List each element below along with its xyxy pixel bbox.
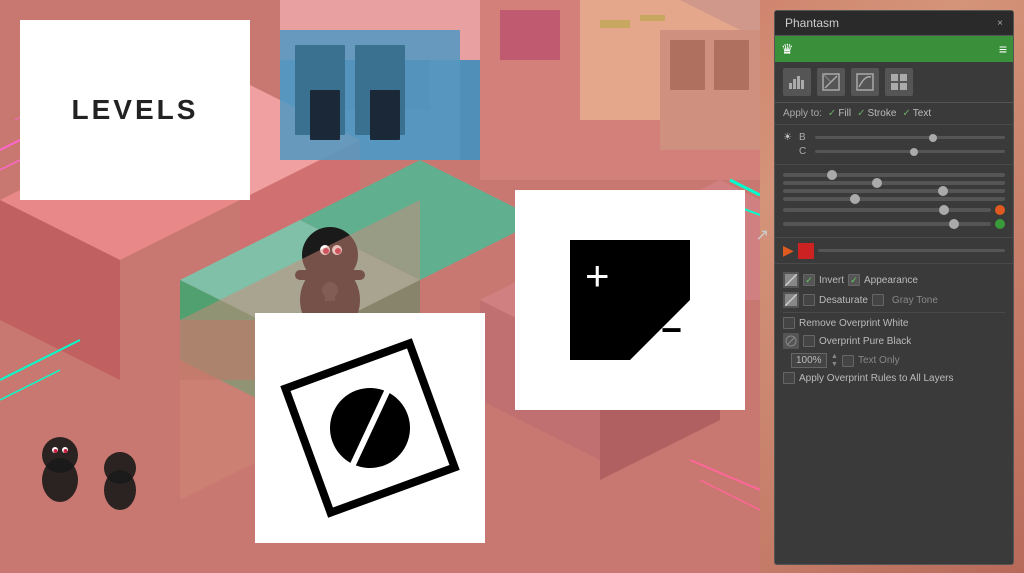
desaturate-label: Desaturate [819, 295, 868, 306]
remove-overprint-row: Remove Overprint White [783, 317, 1005, 329]
big-slider-5-thumb[interactable] [939, 205, 949, 215]
big-slider-row-5 [783, 205, 1005, 215]
plusminus-icon: + − [570, 240, 690, 360]
appearance-label: Appearance [864, 275, 918, 286]
plus-symbol: + [585, 255, 610, 297]
green-dot [995, 219, 1005, 229]
slider-b-thumb[interactable] [929, 134, 937, 142]
big-slider-5-track[interactable] [783, 208, 991, 212]
big-slider-6-track[interactable] [783, 222, 991, 226]
gray-tone-label: Gray Tone [892, 295, 938, 306]
options-section: Invert Appearance Desaturate Gray Tone R… [775, 264, 1013, 392]
arrow-icon[interactable]: ▶ [783, 242, 794, 259]
circle-inner [319, 377, 422, 480]
phantasm-panel: Phantasm × ♛ ≡ [774, 10, 1014, 565]
invert-checkbox[interactable] [803, 274, 815, 286]
big-slider-4-thumb[interactable] [850, 194, 860, 204]
curves-icon[interactable] [851, 68, 879, 96]
sun-icon: ☀ [783, 132, 795, 143]
overprint-black-row: Overprint Pure Black [783, 333, 1005, 349]
slider-c-label: C [799, 146, 811, 157]
big-slider-3-thumb[interactable] [938, 186, 948, 196]
circle-icon [280, 338, 459, 517]
slider-c-thumb[interactable] [910, 148, 918, 156]
big-slider-row-6 [783, 219, 1005, 229]
apply-rules-row: Apply Overprint Rules to All Layers [783, 372, 1005, 384]
sliders-section: ☀ B C [775, 125, 1013, 165]
invert-row: Invert Appearance [783, 272, 1005, 288]
apply-rules-checkbox[interactable] [783, 372, 795, 384]
percent-row: ▲ ▼ Text Only [783, 353, 1005, 368]
levels-icon[interactable] [817, 68, 845, 96]
invert-label: Invert [819, 275, 844, 286]
big-slider-2-track[interactable] [783, 181, 1005, 185]
orange-dot [995, 205, 1005, 215]
color-swatch[interactable] [798, 243, 814, 259]
percent-down[interactable]: ▼ [831, 361, 838, 368]
menu-icon[interactable]: ≡ [999, 41, 1007, 57]
slider-b-track[interactable] [815, 136, 1005, 139]
apply-fill-check[interactable]: ✓ Fill [828, 108, 851, 119]
color-slider[interactable] [818, 249, 1005, 252]
slider-row-c: C [783, 146, 1005, 157]
big-slider-3-track[interactable] [783, 189, 1005, 193]
big-slider-2-thumb[interactable] [872, 178, 882, 188]
big-slider-6-thumb[interactable] [949, 219, 959, 229]
big-slider-1-track[interactable] [783, 173, 1005, 177]
desaturate-row: Desaturate Gray Tone [783, 292, 1005, 308]
big-slider-row-1 [783, 173, 1005, 177]
levels-panel: LEVELS [20, 20, 250, 200]
remove-overprint-label: Remove Overprint White [799, 318, 908, 329]
color-row: ▶ [775, 238, 1013, 264]
minus-symbol: − [661, 312, 682, 348]
remove-overprint-checkbox[interactable] [783, 317, 795, 329]
divider-1 [783, 312, 1005, 313]
circle-panel [255, 313, 485, 543]
invert-icon [783, 272, 799, 288]
slider-b-label: B [799, 132, 811, 143]
plusminus-panel: + − [515, 190, 745, 410]
appearance-checkbox[interactable] [848, 274, 860, 286]
histogram-icon[interactable] [783, 68, 811, 96]
big-slider-4-track[interactable] [783, 197, 1005, 201]
big-slider-row-3 [783, 189, 1005, 193]
big-slider-row-4 [783, 197, 1005, 201]
slider-c-track[interactable] [815, 150, 1005, 153]
circle-box [280, 338, 459, 517]
big-slider-1-thumb[interactable] [827, 170, 837, 180]
text-only-label: Text Only [858, 355, 900, 366]
phantasm-titlebar: Phantasm × [775, 11, 1013, 36]
percent-input[interactable] [791, 353, 827, 368]
gray-tone-checkbox[interactable] [872, 294, 884, 306]
apply-to-label: Apply to: [783, 108, 822, 119]
close-button[interactable]: × [997, 18, 1003, 29]
apply-text-check[interactable]: ✓ Text [902, 108, 931, 119]
big-sliders [775, 165, 1013, 238]
apply-stroke-check[interactable]: ✓ Stroke [857, 108, 896, 119]
desaturate-icon [783, 292, 799, 308]
text-only-checkbox[interactable] [842, 355, 854, 367]
overprint-icon [783, 333, 799, 349]
phantasm-title: Phantasm [785, 16, 839, 30]
percent-stepper[interactable]: ▲ ▼ [831, 353, 838, 368]
overprint-black-label: Overprint Pure Black [819, 336, 911, 347]
percent-up[interactable]: ▲ [831, 353, 838, 360]
crown-icon[interactable]: ♛ [781, 41, 794, 58]
crown-row: ♛ ≡ [775, 36, 1013, 62]
overprint-black-checkbox[interactable] [803, 335, 815, 347]
icon-toolbar [775, 62, 1013, 103]
slider-row-b: ☀ B [783, 132, 1005, 143]
grid-icon[interactable] [885, 68, 913, 96]
apply-rules-label: Apply Overprint Rules to All Layers [799, 373, 954, 384]
levels-title: LEVELS [72, 94, 199, 126]
big-slider-row-2 [783, 181, 1005, 185]
desaturate-checkbox[interactable] [803, 294, 815, 306]
apply-to-row: Apply to: ✓ Fill ✓ Stroke ✓ Text [775, 103, 1013, 125]
